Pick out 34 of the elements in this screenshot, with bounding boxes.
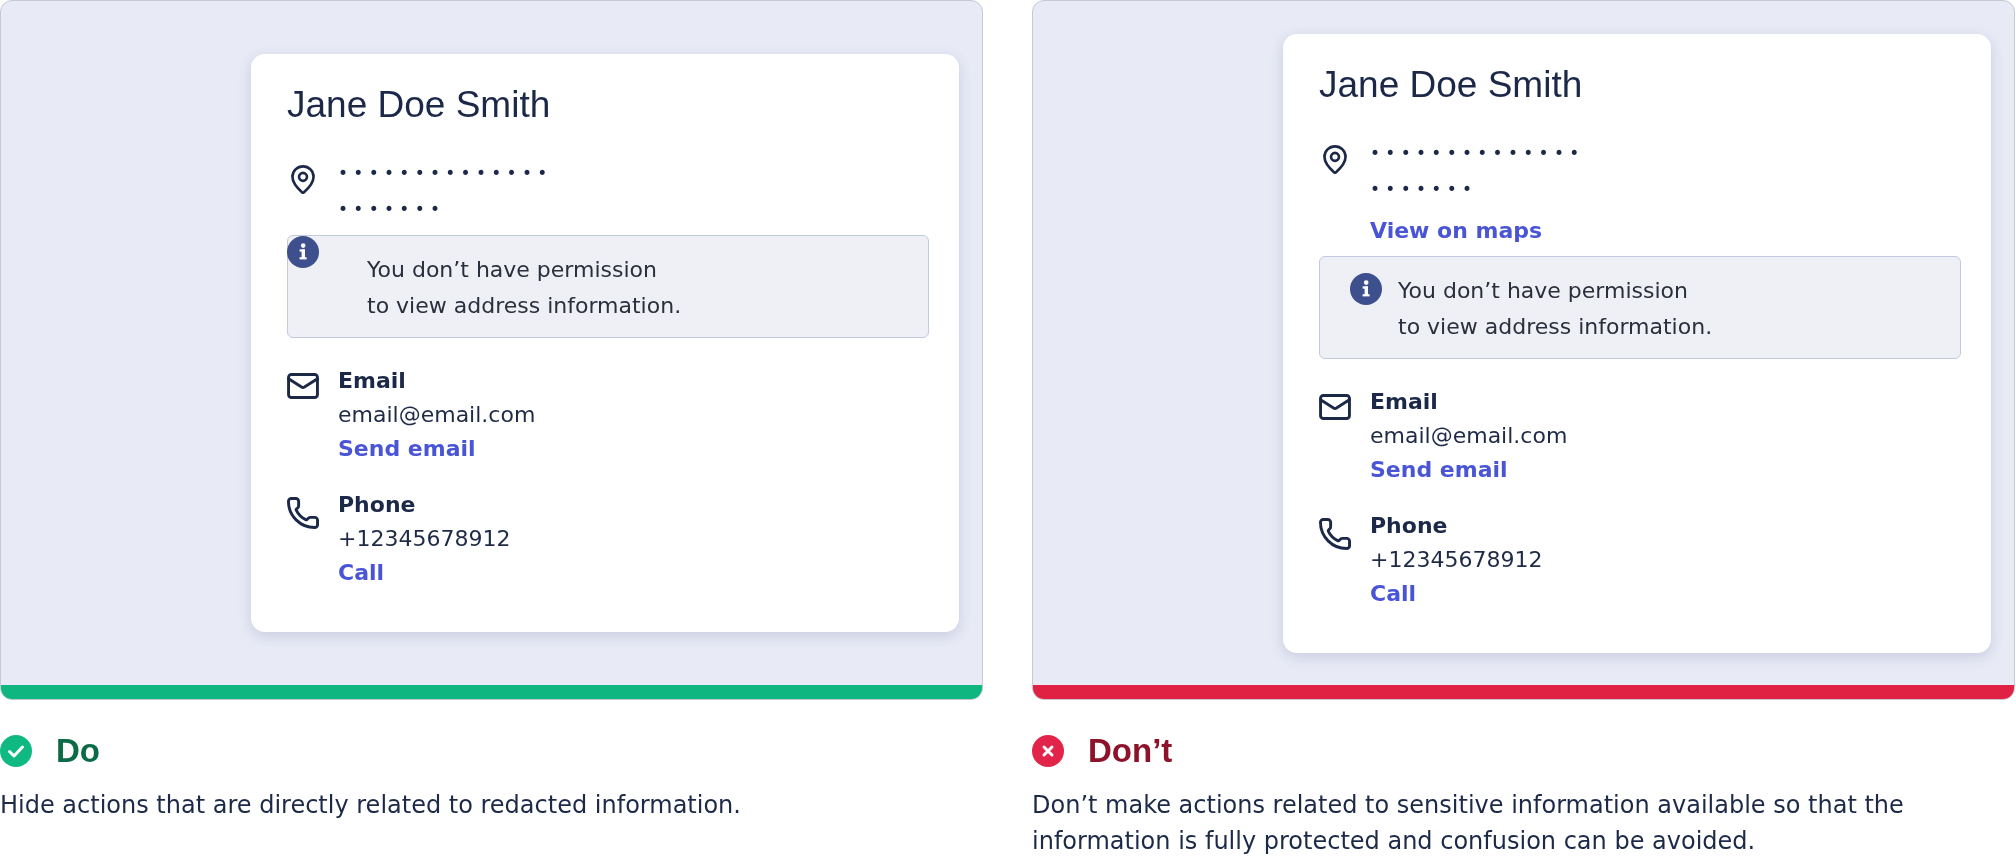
x-circle-icon [1032,735,1064,767]
verdict-heading: Don’t [1088,731,1173,771]
location-pin-icon [291,165,315,194]
redacted-text: ••••••• [1370,177,1479,201]
info-icon [287,236,319,268]
contact-label: Email [1370,387,1438,416]
redacted-text: •••••••••••••• [338,162,553,185]
contact-value: +12345678912 [1370,545,1543,574]
contact-name: Jane Doe Smith [287,83,552,127]
notice-text: You don’t have permission to view address information. [367,256,683,320]
contact-label: Email [338,367,406,395]
info-icon [1350,272,1382,305]
guideline-text: Hide actions that are directly related to redacted information. [0,790,742,821]
call-link[interactable]: Call [1370,576,1417,611]
send-email-link[interactable]: Send email [338,432,476,466]
contact-name: Jane Doe Smith [1319,62,1584,107]
send-email-link[interactable]: Send email [1370,452,1508,487]
contact-label: Phone [1370,511,1448,540]
mail-icon [287,373,319,399]
view-on-maps-link[interactable]: View on maps [1370,213,1543,248]
contact-value: email@email.com [1370,421,1568,450]
verdict-heading: Do [56,731,100,771]
guideline-text: Don’t make actions related to sensitive information available so that the information is fully protected and confusion can be avoided. [1032,790,1905,857]
redacted-text: ••••••• [338,198,447,221]
notice-text: You don’t have permission to view address information. [1398,276,1713,341]
mail-icon [1319,393,1351,420]
call-link[interactable]: Call [338,556,385,590]
phone-icon [1319,517,1351,550]
contact-label: Phone [338,491,416,519]
redacted-text: •••••••••••••• [1370,141,1585,165]
contact-value: +12345678912 [338,525,511,553]
contact-value: email@email.com [338,401,536,429]
phone-icon [287,497,319,529]
location-pin-icon [1323,144,1347,174]
